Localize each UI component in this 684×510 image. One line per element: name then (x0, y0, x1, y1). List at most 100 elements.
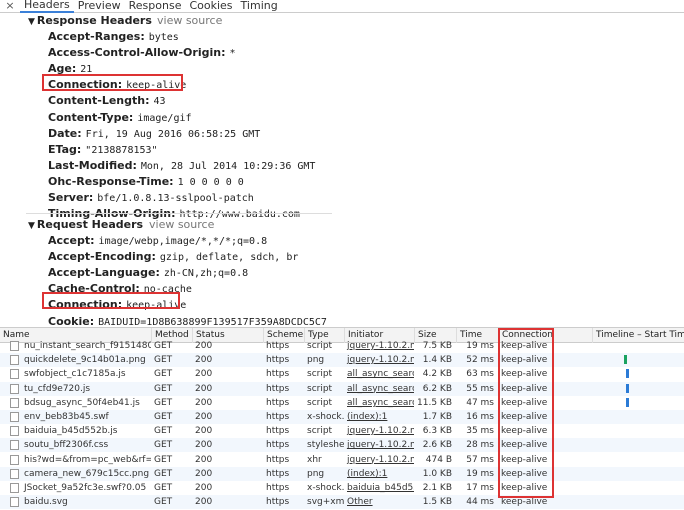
request-view-source-link[interactable]: view source (149, 218, 214, 231)
cell-type: script (307, 426, 333, 437)
cell-status: 200 (195, 397, 213, 408)
header-name: Cookie: (48, 314, 95, 328)
cell-initiator[interactable]: all_async_searc... (344, 367, 414, 381)
cell-initiator[interactable]: (index):1 (344, 410, 414, 424)
cell-initiator[interactable]: Other (344, 495, 414, 509)
tab-preview[interactable]: Preview (74, 0, 125, 12)
table-row[interactable]: nu_instant_search_f91514806jsGET 200 https… (0, 339, 684, 353)
cell-size: 474 B (425, 454, 452, 465)
response-view-source-link[interactable]: view source (157, 14, 222, 27)
header-name: Content-Type: (48, 110, 134, 124)
cell-initiator[interactable]: baiduia_b45d55... (344, 481, 414, 495)
cell-name: camera_new_679c15cc.png (24, 468, 150, 479)
timeline-bar (626, 369, 629, 379)
cell-initiator[interactable]: jquery-1.10.2.m... (344, 339, 414, 353)
cell-type: script (307, 397, 333, 408)
tab-headers[interactable]: Headers (20, 0, 74, 13)
header-value: image/webp,image/*,*/*;q=0.8 (98, 236, 268, 247)
cell-status: 200 (195, 497, 213, 508)
cell-scheme: https (266, 397, 290, 408)
cell-name: his?wd=&from=pc_web&rf=3&h... (24, 454, 151, 465)
cell-size: 4.2 KB (422, 369, 452, 380)
headers-panel: ▼ Response Headers view source Accept-Ran… (0, 13, 684, 328)
header-value: zh-CN,zh;q=0.8 (163, 268, 249, 280)
header-name: Content-Length: (48, 94, 150, 108)
cell-name: nu_instant_search_f91514806js (24, 341, 151, 351)
cell-size: 11.5 KB (417, 397, 452, 408)
cell-method: GET (154, 468, 173, 479)
tab-timing[interactable]: Timing (237, 0, 282, 12)
cell-method: GET (154, 397, 173, 408)
cell-scheme: https (266, 440, 290, 451)
table-row[interactable]: soutu_bff2306f.css GET 200 https styleshe...… (0, 438, 684, 453)
header-value: Fri, 19 Aug 2016 06:58:25 GMT (85, 128, 261, 140)
timeline-bar (626, 383, 629, 393)
cell-status: 200 (195, 426, 213, 437)
cell-initiator[interactable]: all_async_searc... (344, 396, 414, 410)
network-table-body: nu_instant_search_f91514806jsGET200https… (0, 341, 684, 510)
header-line: Accept: image/webp,image/*,*/*;q=0.8 (48, 233, 267, 249)
header-value: 43 (153, 96, 166, 108)
header-line: Accept-Ranges: bytes (48, 29, 179, 45)
cell-initiator[interactable]: all_async_searc... (344, 382, 414, 396)
highlight-box (42, 74, 183, 91)
cell-status: 200 (195, 383, 213, 394)
cell-size: 1.0 KB (422, 468, 452, 479)
cell-method: GET (154, 383, 173, 394)
table-row[interactable]: quickdelete_9c14b01a.png GET 200 https png jq… (0, 353, 684, 368)
cell-status: 200 (195, 468, 213, 479)
cell-status: 200 (195, 412, 213, 422)
cell-method: GET (154, 341, 173, 351)
cell-scheme: https (266, 483, 290, 493)
cell-time: 19 ms (466, 341, 494, 351)
table-row[interactable]: JSocket_9a52fc3e.swf?0.05 GET 200 https x-sh… (0, 481, 684, 495)
table-row[interactable]: baidu.svg GET 200 https svg+xml Other 1.5 KB 44… (0, 495, 684, 510)
cell-scheme: https (266, 369, 290, 380)
header-line: Content-Type: image/gif (48, 110, 192, 126)
header-name: Accept: (48, 234, 95, 247)
header-name: Accept-Encoding: (48, 250, 156, 264)
cell-size: 1.7 KB (422, 412, 452, 422)
cell-name: soutu_bff2306f.css (24, 440, 109, 451)
table-row[interactable]: tu_cfd9e720.js GET 200 https script all_async… (0, 381, 684, 396)
cell-initiator[interactable]: jquery-1.10.2.m... (344, 438, 414, 452)
table-row[interactable]: swfobject_c1c7185a.js GET 200 https script al… (0, 367, 684, 381)
request-headers-toggle[interactable]: ▼ Request Headers (28, 218, 143, 231)
cell-type: png (307, 468, 325, 479)
header-name: Accept-Language: (48, 266, 160, 280)
header-value: BAIDUID=1D8B638899F139517F359A8DCDC5C7 (98, 316, 327, 328)
header-line: ETag: "2138878153" (48, 142, 158, 158)
header-line: Content-Length: 43 (48, 93, 166, 109)
cell-initiator[interactable]: jquery-1.10.2.m... (344, 424, 414, 438)
header-line: Last-Modified: Mon, 28 Jul 2014 10:29:36 … (48, 158, 315, 174)
table-row[interactable]: baiduia_b45d552b.js GET 200 https script jque… (0, 424, 684, 438)
table-row[interactable]: bdsug_async_50f4eb41.js GET 200 https script… (0, 396, 684, 410)
cell-scheme: https (266, 383, 290, 394)
triangle-down-icon: ▼ (28, 221, 35, 231)
cell-time: 44 ms (466, 497, 494, 508)
table-row[interactable]: env_beb83b45.swf GET 200 https x-shock...(in… (0, 410, 684, 424)
header-name: Server: (48, 191, 94, 204)
cell-time: 47 ms (466, 397, 494, 408)
cell-type: styleshe... (307, 440, 344, 451)
response-headers-title: Response Headers (36, 14, 152, 27)
close-icon[interactable]: × (0, 0, 20, 12)
cell-time: 57 ms (466, 454, 494, 465)
response-headers-toggle[interactable]: ▼ Response Headers (28, 14, 152, 27)
table-row[interactable]: camera_new_679c15cc.png GET 200 https png (in… (0, 466, 684, 481)
header-line: Access-Control-Allow-Origin: * (48, 45, 236, 61)
highlight-box (42, 292, 180, 309)
cell-time: 28 ms (466, 440, 494, 451)
cell-type: script (307, 341, 333, 351)
tab-cookies[interactable]: Cookies (185, 0, 236, 12)
table-row[interactable]: his?wd=&from=pc_web&rf=3&h...GET 200 https… (0, 453, 684, 467)
cell-initiator[interactable]: jquery-1.10.2.m... (344, 353, 414, 367)
cell-scheme: https (266, 355, 290, 366)
cell-initiator[interactable]: (index):1 (344, 467, 414, 481)
header-value: gzip, deflate, sdch, br (159, 252, 299, 264)
tab-response[interactable]: Response (125, 0, 186, 12)
cell-initiator[interactable]: jquery-1.10.2.m... (344, 453, 414, 467)
header-name: ETag: (48, 142, 82, 156)
cell-time: 35 ms (466, 426, 494, 437)
section-divider (26, 213, 332, 214)
